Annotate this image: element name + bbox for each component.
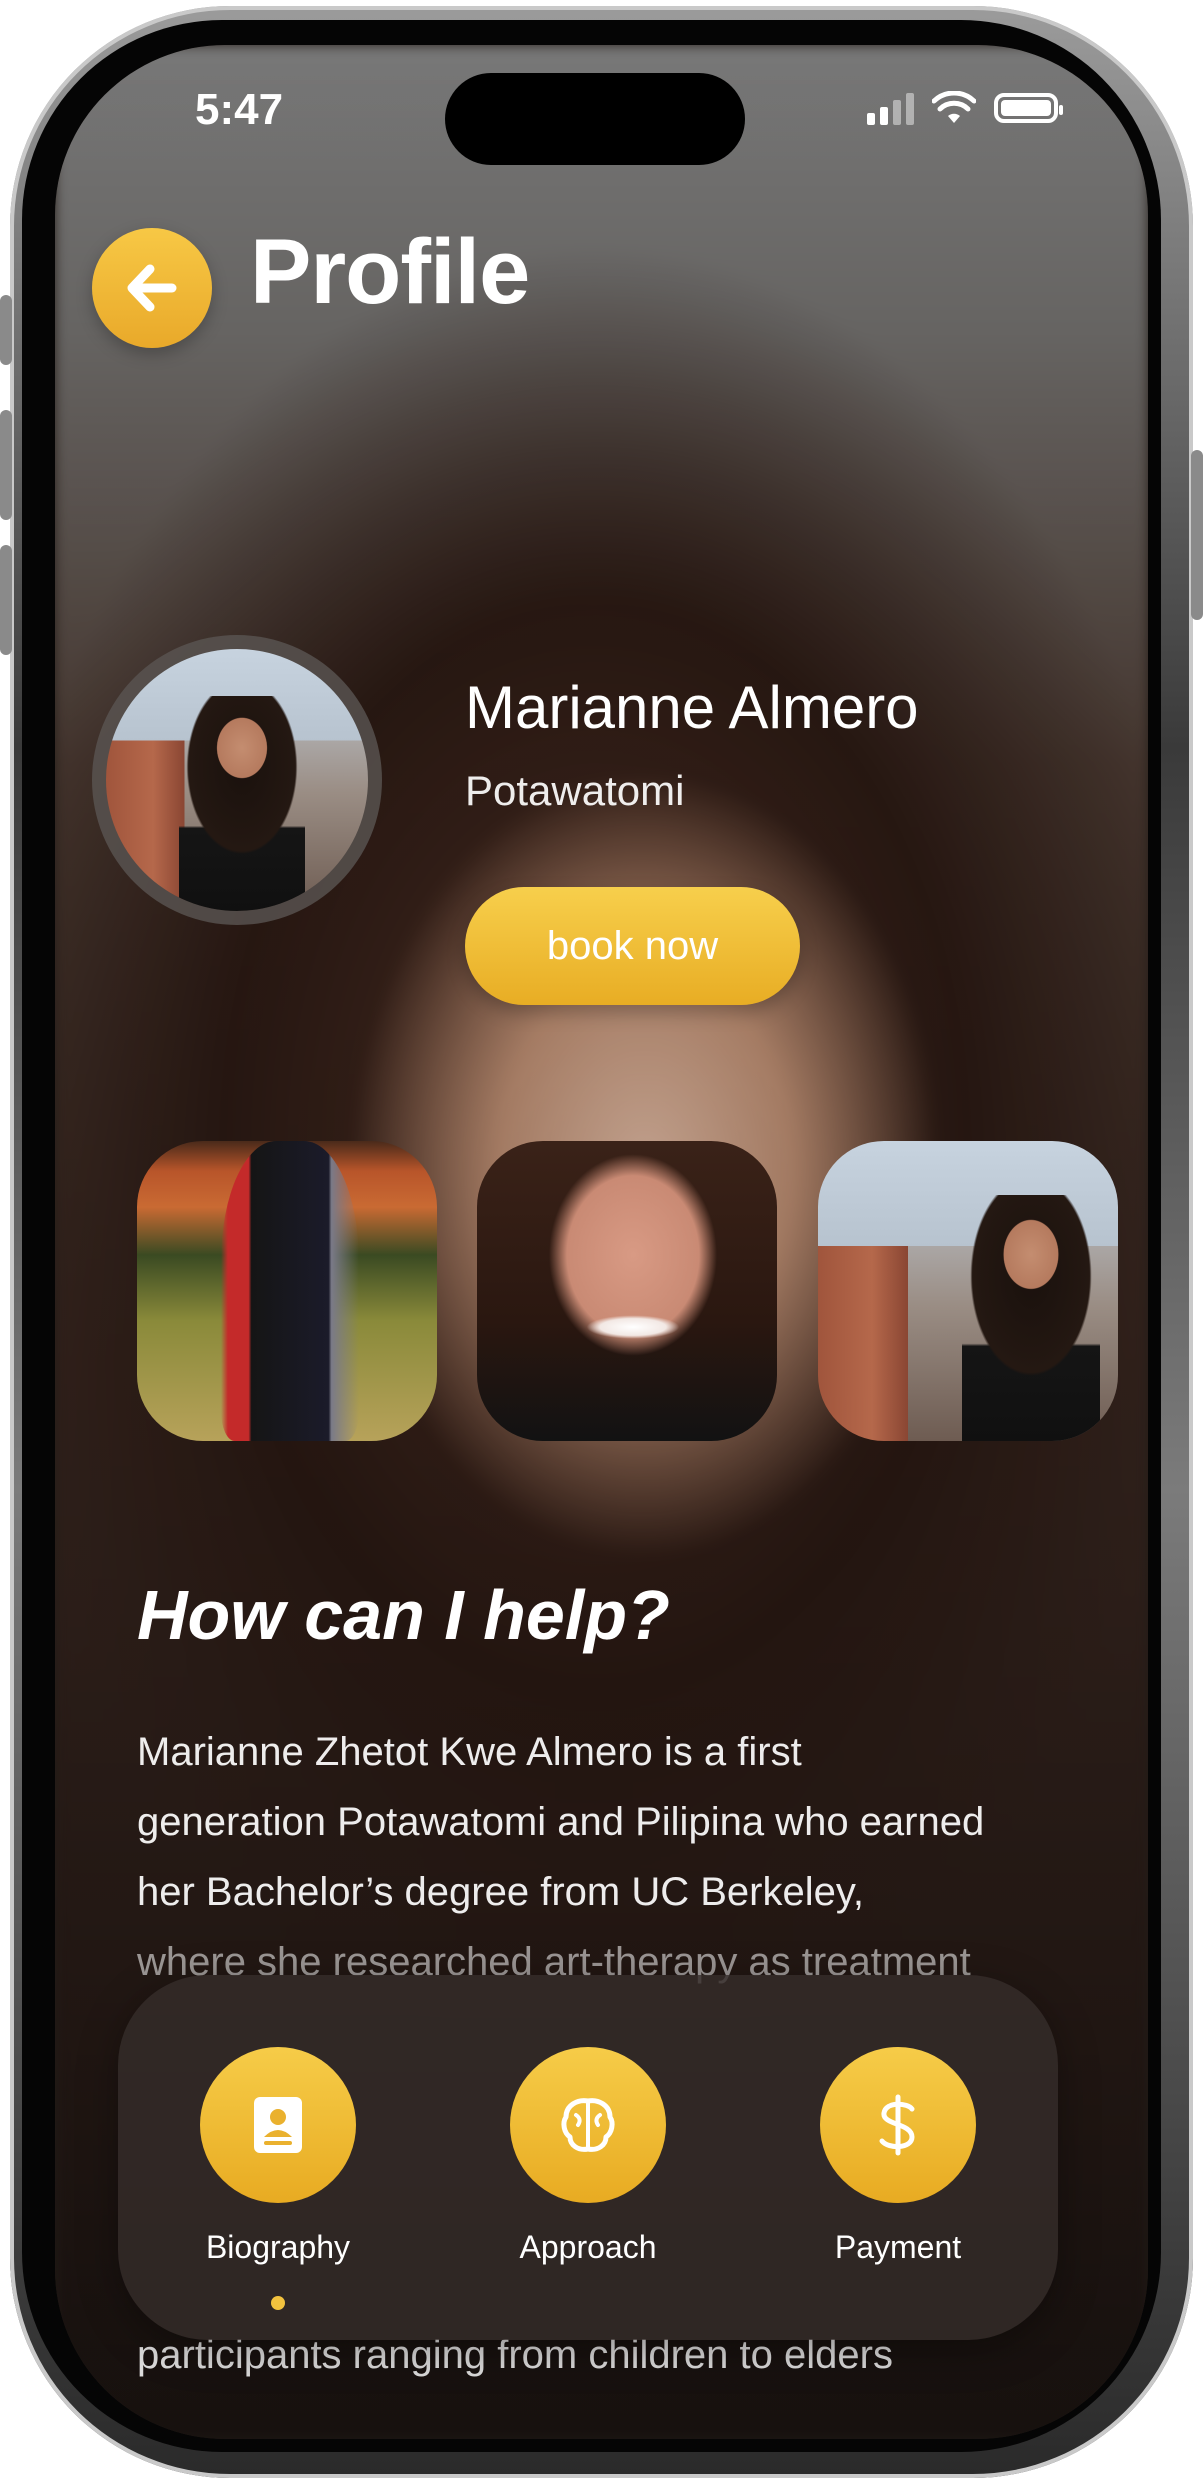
profile-name: Marianne Almero bbox=[465, 674, 919, 741]
arrow-left-icon bbox=[127, 264, 177, 312]
dynamic-island bbox=[445, 73, 745, 165]
dollar-icon bbox=[879, 2094, 915, 2156]
bottom-navigation: Biography Approach Payment bbox=[118, 1975, 1058, 2340]
battery-icon bbox=[994, 93, 1063, 123]
gallery-photo[interactable] bbox=[818, 1141, 1118, 1441]
mute-switch bbox=[0, 295, 12, 365]
avatar[interactable] bbox=[92, 635, 382, 925]
tab-payment[interactable]: Payment bbox=[778, 2047, 1018, 2266]
biography-text: Marianne Zhetot Kwe Almero is a first ge… bbox=[137, 1730, 985, 1984]
tab-biography[interactable]: Biography bbox=[158, 2047, 398, 2266]
photo-gallery[interactable] bbox=[137, 1141, 1148, 1441]
volume-down-button bbox=[0, 545, 12, 655]
contact-book-icon bbox=[254, 2097, 302, 2153]
tab-approach[interactable]: Approach bbox=[468, 2047, 708, 2266]
book-now-button[interactable]: book now bbox=[465, 887, 800, 1005]
status-icons bbox=[867, 91, 1063, 125]
back-button[interactable] bbox=[92, 228, 212, 348]
avatar-photo bbox=[106, 649, 368, 911]
page-title: Profile bbox=[250, 221, 530, 323]
screen: 5:47 Profile Marianne Almero Potawatomi … bbox=[55, 45, 1148, 2439]
section-title: How can I help? bbox=[137, 1576, 670, 1654]
active-tab-indicator bbox=[271, 2296, 285, 2310]
profile-tribe: Potawatomi bbox=[465, 767, 685, 814]
power-button bbox=[1191, 450, 1203, 620]
volume-up-button bbox=[0, 410, 12, 520]
cellular-signal-icon bbox=[867, 91, 914, 125]
gallery-photo[interactable] bbox=[477, 1141, 777, 1441]
wifi-icon bbox=[932, 91, 976, 123]
gallery-photo[interactable] bbox=[137, 1141, 437, 1441]
status-time: 5:47 bbox=[195, 85, 284, 134]
brain-icon bbox=[561, 2098, 615, 2152]
